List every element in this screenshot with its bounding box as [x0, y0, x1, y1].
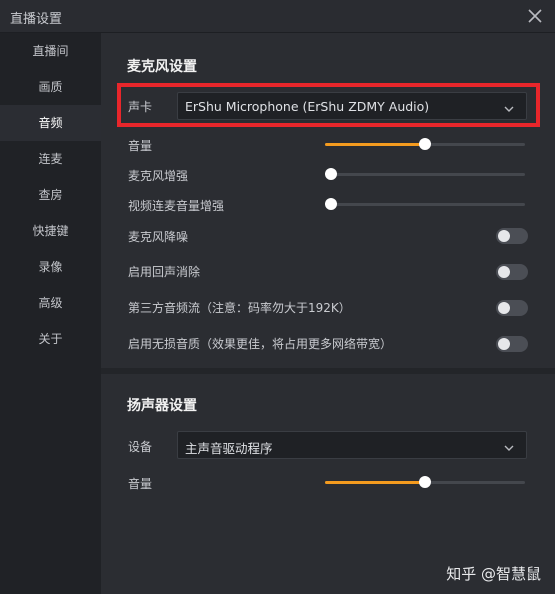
noise-suppression-toggle[interactable] [496, 228, 528, 244]
lossless-audio-label: 启用无损音质（效果更佳，将占用更多网络带宽） [128, 337, 393, 351]
thirdparty-audio-toggle[interactable] [496, 300, 528, 316]
mic-boost-label: 麦克风增强 [128, 169, 189, 183]
sidebar-item-audio[interactable]: 音频 [0, 105, 101, 141]
section-divider [101, 368, 555, 374]
sidebar-item-about[interactable]: 关于 [0, 321, 101, 357]
highlight-box [117, 83, 540, 127]
thirdparty-audio-label: 第三方音频流（注意：码率勿大于192K） [128, 301, 351, 315]
sidebar-item-quality[interactable]: 画质 [0, 69, 101, 105]
sidebar-item-advanced[interactable]: 高级 [0, 285, 101, 321]
sidebar-item-live-room[interactable]: 直播间 [0, 33, 101, 69]
speaker-volume-label: 音量 [128, 477, 153, 491]
speaker-device-label: 设备 [128, 440, 153, 454]
echo-cancel-label: 启用回声消除 [128, 265, 201, 279]
sidebar-item-co-streaming[interactable]: 连麦 [0, 141, 101, 177]
lossless-audio-toggle[interactable] [496, 336, 528, 352]
mic-section-title: 麦克风设置 [127, 59, 197, 75]
noise-suppression-label: 麦克风降噪 [128, 230, 189, 244]
title-bar: 直播设置 [0, 0, 555, 33]
slider-knob[interactable] [419, 476, 431, 488]
speaker-volume-slider[interactable] [325, 475, 525, 489]
speaker-device-value: 主声音驱动程序 [185, 441, 273, 456]
watermark: 知乎 @智慧鼠 [446, 565, 541, 583]
mic-volume-slider[interactable] [325, 137, 525, 151]
close-icon[interactable] [525, 6, 545, 26]
speaker-device-select[interactable]: 主声音驱动程序 [177, 431, 527, 459]
chevron-down-icon [504, 441, 514, 451]
sidebar: 直播间 画质 音频 连麦 查房 快捷键 录像 高级 关于 [0, 33, 101, 594]
sidebar-item-shortcuts[interactable]: 快捷键 [0, 213, 101, 249]
video-boost-label: 视频连麦音量增强 [128, 199, 225, 213]
mic-boost-slider[interactable] [325, 167, 525, 181]
mic-volume-label: 音量 [128, 139, 153, 153]
sidebar-item-recording[interactable]: 录像 [0, 249, 101, 285]
speaker-section-title: 扬声器设置 [127, 398, 197, 414]
slider-knob[interactable] [325, 168, 337, 180]
window-title: 直播设置 [10, 12, 63, 27]
slider-knob[interactable] [419, 138, 431, 150]
slider-knob[interactable] [325, 198, 337, 210]
sidebar-item-room-check[interactable]: 查房 [0, 177, 101, 213]
video-boost-slider[interactable] [325, 197, 525, 211]
echo-cancel-toggle[interactable] [496, 264, 528, 280]
